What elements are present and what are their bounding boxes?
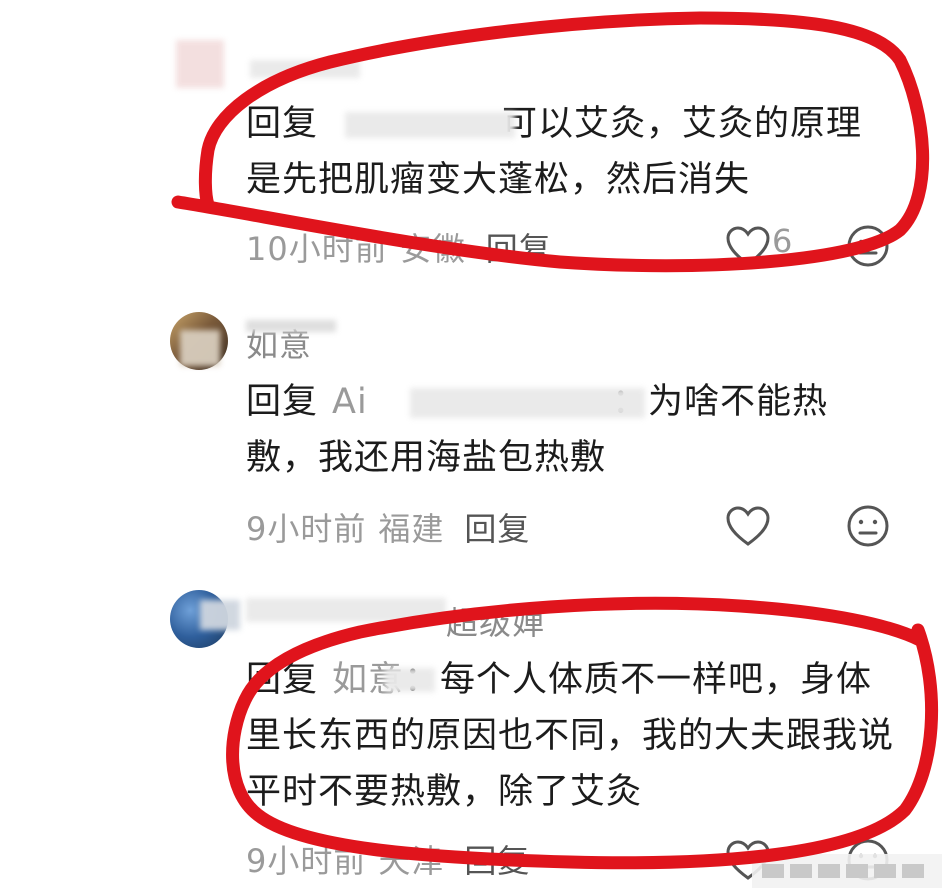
heart-outline-icon[interactable] bbox=[724, 224, 772, 268]
reply-target-blurred bbox=[385, 668, 435, 692]
timestamp: 9小时前 bbox=[246, 842, 367, 880]
avatar-blurred-overlay bbox=[200, 600, 240, 630]
neutral-face-icon[interactable] bbox=[846, 224, 890, 268]
timestamp: 10小时前 bbox=[246, 230, 388, 268]
avatar-blurred[interactable] bbox=[176, 40, 224, 88]
avatar-blurred-overlay bbox=[180, 330, 220, 366]
comment-meta: 10小时前 安徽 回复 bbox=[246, 224, 552, 270]
username-blurred bbox=[246, 320, 336, 332]
reply-button[interactable]: 回复 bbox=[486, 230, 552, 268]
reply-target-blurred bbox=[410, 388, 645, 418]
comment-body: 回复 可以艾灸，艾灸的原理是先把肌瘤变大蓬松，然后消失 bbox=[246, 96, 896, 208]
reply-button[interactable]: 回复 bbox=[464, 510, 530, 548]
reply-prefix: 回复 bbox=[246, 104, 319, 144]
comment-meta: 9小时前 天津 回复 bbox=[246, 836, 530, 882]
location: 安徽 bbox=[399, 230, 466, 268]
like-count: 6 bbox=[772, 222, 793, 260]
username-blurred bbox=[246, 598, 446, 622]
reply-button[interactable]: 回复 bbox=[464, 842, 530, 880]
reply-target-blurred bbox=[345, 112, 515, 138]
reply-prefix: 回复 bbox=[246, 382, 319, 422]
timestamp: 9小时前 bbox=[246, 510, 367, 548]
comment-meta: 9小时前 福建 回复 bbox=[246, 504, 530, 550]
reply-prefix: 回复 bbox=[246, 660, 319, 700]
comment-text: 可以艾灸，艾灸的原理是先把肌瘤变大蓬松，然后消失 bbox=[246, 104, 863, 200]
username-blurred[interactable] bbox=[250, 60, 360, 78]
location: 福建 bbox=[378, 510, 445, 548]
location: 天津 bbox=[378, 842, 445, 880]
watermark bbox=[752, 854, 942, 888]
comment-body: 回复 如意：每个人体质不一样吧，身体里长东西的原因也不同，我的大夫跟我说平时不要热… bbox=[246, 652, 896, 820]
neutral-face-icon[interactable] bbox=[846, 504, 890, 548]
heart-outline-icon[interactable] bbox=[724, 504, 772, 548]
